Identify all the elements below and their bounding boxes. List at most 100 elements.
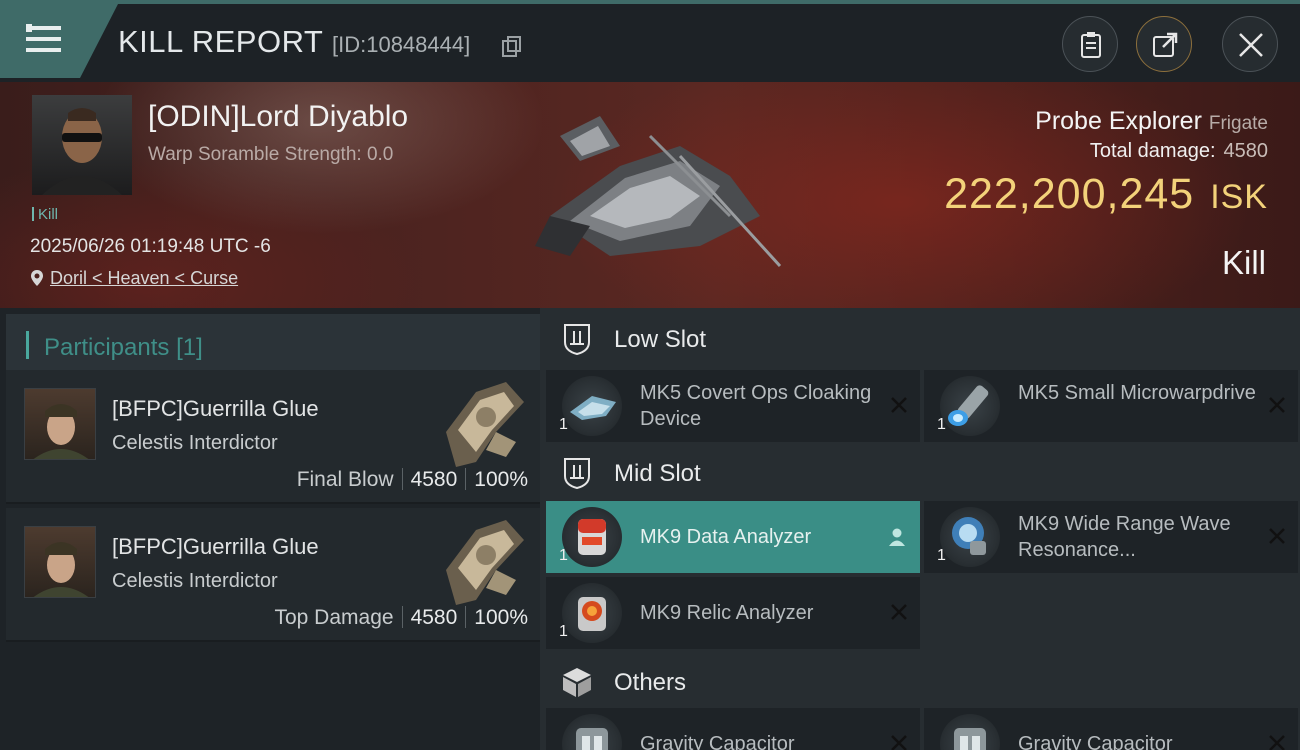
menu-icon — [0, 4, 118, 78]
stats-separator — [465, 468, 467, 490]
participant-damage: 4580 — [410, 468, 458, 491]
participant-name: [BFPC]Guerrilla Glue — [112, 534, 319, 559]
module-icon — [940, 507, 1000, 567]
participant-ship: Celestis Interdictor — [112, 570, 278, 592]
participant-avatar[interactable] — [24, 388, 96, 460]
module-quantity: 1 — [559, 547, 568, 564]
others-box-icon — [563, 668, 591, 697]
kill-indicator-bar — [32, 207, 34, 221]
participants-header-bar — [26, 331, 29, 359]
module-item[interactable]: 1 MK5 Covert Ops Cloaking Device — [546, 370, 920, 442]
isk-amount: 222,200,245 — [944, 170, 1195, 218]
mid-slot-header: Mid Slot — [546, 442, 1300, 504]
kill-id: [ID:10848444] — [332, 32, 471, 57]
module-quantity: 1 — [937, 547, 946, 564]
destroyed-x-icon — [1269, 528, 1285, 544]
module-quantity: 1 — [937, 416, 946, 433]
menu-button[interactable] — [0, 4, 118, 78]
participant-ship-image — [446, 520, 524, 605]
destroyed-x-icon — [891, 604, 907, 620]
module-item[interactable]: 1 Gravity Capacitor — [924, 708, 1298, 750]
module-icon — [562, 507, 622, 567]
participants-title: Participants [1] — [44, 334, 203, 362]
kill-datetime: 2025/06/26 01:19:48 UTC -6 — [30, 236, 271, 257]
victim-portrait[interactable] — [32, 95, 132, 195]
mid-slot-icon — [564, 458, 590, 490]
ship-class: Frigate — [1208, 113, 1268, 134]
participant-role: Final Blow — [296, 468, 394, 491]
kill-result: Kill — [1221, 244, 1266, 281]
kill-location[interactable]: Doril < Heaven < Curse — [30, 268, 238, 289]
share-button[interactable] — [1136, 16, 1192, 72]
location-pin-icon — [31, 270, 43, 286]
victim-ship-image — [535, 116, 782, 268]
module-name: MK9 Wide Range Wave Resonance... — [1018, 513, 1231, 561]
module-name: MK9 Data Analyzer — [640, 526, 812, 548]
destroyed-x-icon — [891, 735, 907, 750]
total-damage: Total damage: 4580 — [1090, 140, 1268, 163]
kill-count-label: Kill — [38, 206, 59, 223]
warp-scramble-strength: Warp Soramble Strength: 0.0 — [148, 144, 394, 165]
others-label: Others — [614, 669, 687, 696]
module-item[interactable]: 1 MK5 Small Microwarpdrive — [924, 370, 1298, 442]
module-item[interactable]: 1 Gravity Capacitor — [546, 708, 920, 750]
participant-damage-percent: 100% — [474, 606, 528, 629]
low-slot-header: Low Slot — [546, 308, 1300, 370]
ship-name: Probe Explorer Frigate — [1035, 107, 1268, 136]
stats-separator — [401, 606, 403, 628]
fitting-panel: Low Slot 1 MK5 Covert Ops Cloaking Devic… — [540, 308, 1300, 750]
participants-header: Participants [1] — [6, 314, 540, 376]
participants-panel: Participants [1] [BFPC]Guerrilla Glue Ce… — [0, 308, 540, 750]
participants-count: [1] — [176, 334, 203, 361]
stats-separator — [465, 606, 467, 628]
module-name: MK5 Small Microwarpdrive — [1018, 382, 1256, 404]
victim-name: [ODIN]Lord Diyablo — [148, 100, 409, 133]
copy-icon[interactable] — [502, 36, 522, 58]
isk-value: 222,200,245 ISK — [944, 170, 1268, 219]
location-link[interactable]: Doril < Heaven < Curse — [50, 268, 238, 288]
page-title: KILL REPORT — [118, 24, 324, 59]
kill-header: [ODIN]Lord Diyablo Warp Soramble Strengt… — [0, 82, 1300, 308]
share-icon — [1153, 32, 1178, 57]
clipboard-button[interactable] — [1062, 16, 1118, 72]
ship-type: Probe Explorer — [1035, 107, 1202, 135]
module-name: MK5 Covert Ops Cloaking Device — [640, 382, 872, 430]
module-name: MK9 Relic Analyzer — [640, 602, 814, 624]
kill-count: Kill — [32, 206, 58, 223]
participants-label: Participants — [44, 334, 170, 361]
module-icon — [562, 714, 622, 750]
module-item-selected[interactable]: 1 MK9 Data Analyzer — [546, 501, 920, 573]
close-button[interactable] — [1222, 16, 1278, 72]
participant-avatar[interactable] — [24, 526, 96, 598]
module-icon — [940, 376, 1000, 436]
participant-damage: 4580 — [410, 606, 458, 629]
module-item[interactable]: 1 MK9 Wide Range Wave Resonance... — [924, 501, 1298, 573]
module-name: Gravity Capacitor — [1018, 733, 1173, 750]
module-quantity: 1 — [559, 416, 568, 433]
participant-card[interactable]: [BFPC]Guerrilla Glue Celestis Interdicto… — [6, 370, 540, 504]
total-damage-value: 4580 — [1223, 140, 1269, 162]
module-name: Gravity Capacitor — [640, 733, 795, 750]
destroyed-x-icon — [1269, 735, 1285, 750]
stats-separator — [401, 468, 403, 490]
title-bar: KILL REPORT [ID:10848444] — [0, 0, 1300, 82]
module-quantity: 1 — [559, 623, 568, 640]
person-icon — [889, 528, 905, 546]
module-icon — [562, 376, 622, 436]
module-icon — [562, 583, 622, 643]
participant-card[interactable]: [BFPC]Guerrilla Glue Celestis Interdicto… — [6, 508, 540, 642]
mid-slot-label: Mid Slot — [614, 460, 701, 487]
destroyed-x-icon — [1269, 397, 1285, 413]
low-slot-icon — [564, 324, 590, 356]
participant-role: Top Damage — [274, 606, 394, 629]
module-item[interactable]: 1 MK9 Relic Analyzer — [546, 577, 920, 649]
participant-name: [BFPC]Guerrilla Glue — [112, 396, 319, 421]
low-slot-label: Low Slot — [614, 326, 707, 353]
clipboard-icon — [1081, 32, 1101, 58]
participant-damage-percent: 100% — [474, 468, 528, 491]
participant-stats: Top Damage 4580 100% — [274, 606, 528, 630]
participant-ship-image — [446, 382, 524, 467]
others-header: Others — [546, 651, 1300, 713]
close-icon — [1239, 33, 1263, 57]
isk-currency: ISK — [1210, 178, 1268, 216]
